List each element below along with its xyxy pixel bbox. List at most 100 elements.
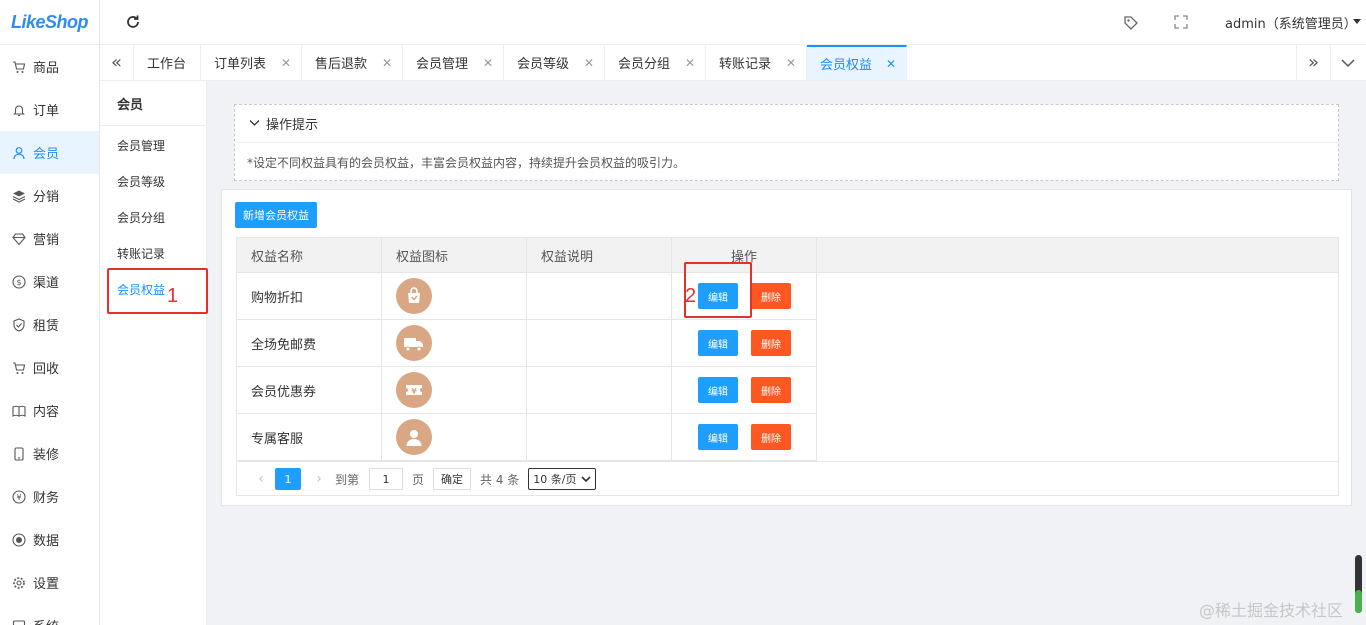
yen-icon: ¥: [12, 489, 26, 504]
actions-cell: 编辑 删除: [672, 367, 817, 413]
sidebar-item-label: 商品: [33, 61, 60, 76]
fullscreen-icon[interactable]: [1173, 14, 1189, 30]
goto-label: 到第: [335, 472, 360, 487]
sidebar-item[interactable]: 数据: [0, 518, 99, 561]
benefit-name: 全场免邮费: [237, 320, 382, 366]
page-size-select[interactable]: 10 条/页: [528, 468, 596, 490]
tag-icon[interactable]: [1122, 14, 1140, 32]
table-row: 会员优惠券 ¥ 编辑 删除: [237, 367, 817, 414]
tips-header[interactable]: 操作提示: [235, 105, 1338, 143]
tab-label: 转账记录: [719, 57, 772, 72]
cart-icon: [12, 361, 26, 375]
benefit-icon-cell: ¥: [382, 367, 527, 413]
tab[interactable]: 会员分组 ✕: [605, 45, 706, 80]
goto-page-input[interactable]: 1: [369, 468, 404, 490]
delete-button[interactable]: 删除: [751, 377, 791, 403]
benefit-name: 专属客服: [237, 414, 382, 460]
add-benefit-button[interactable]: 新增会员权益: [235, 202, 317, 228]
sidebar-item-label: 回收: [33, 362, 60, 377]
tab-close-icon[interactable]: ✕: [382, 56, 392, 70]
sidebar-item-label: 渠道: [33, 276, 60, 291]
sidebar-item[interactable]: 设置: [0, 561, 99, 604]
sidebar-item[interactable]: 内容: [0, 389, 99, 432]
chevron-down-icon: [580, 475, 591, 482]
tab[interactable]: 会员管理 ✕: [403, 45, 504, 80]
customer-service-icon: [396, 419, 432, 455]
sidebar-item[interactable]: 分销: [0, 174, 99, 217]
benefit-name: 购物折扣: [237, 273, 382, 319]
tab-close-icon[interactable]: ✕: [786, 56, 796, 70]
main-content: 操作提示 *设定不同权益具有的会员权益，丰富会员权益内容，持续提升会员权益的吸引…: [208, 81, 1366, 625]
top-header: admin（系统管理员）: [100, 0, 1366, 45]
sidebar-item[interactable]: 订单: [0, 88, 99, 131]
next-page-icon[interactable]: ›: [309, 471, 329, 487]
edit-button[interactable]: 编辑: [698, 377, 738, 403]
tab-close-icon[interactable]: ✕: [483, 56, 493, 70]
tab[interactable]: 工作台: [134, 45, 201, 80]
annotation-box-1: [107, 268, 208, 314]
subnav-item[interactable]: 会员分组: [100, 199, 206, 235]
sidebar-item[interactable]: 回收: [0, 346, 99, 389]
tab[interactable]: 转账记录 ✕: [706, 45, 807, 80]
sidebar-item-label: 会员: [33, 147, 60, 162]
tab-close-icon[interactable]: ✕: [685, 56, 695, 70]
subnav-item[interactable]: 会员等级: [100, 163, 206, 199]
sidebar-item[interactable]: 租赁: [0, 303, 99, 346]
delete-button[interactable]: 删除: [751, 330, 791, 356]
sidebar-item[interactable]: 装修: [0, 432, 99, 475]
goto-confirm-button[interactable]: 确定: [433, 468, 472, 490]
refresh-icon[interactable]: [124, 13, 142, 31]
benefit-desc: [527, 367, 672, 413]
page-label: 页: [412, 472, 425, 487]
tab[interactable]: 售后退款 ✕: [302, 45, 403, 80]
svg-text:$: $: [16, 278, 21, 287]
benefit-desc: [527, 414, 672, 460]
sidebar-item[interactable]: ¥ 财务: [0, 475, 99, 518]
sidebar-item[interactable]: 会员: [0, 131, 99, 174]
tab[interactable]: 会员等级 ✕: [504, 45, 605, 80]
logo[interactable]: LikeShop: [0, 0, 99, 45]
shield-icon: [12, 317, 26, 332]
sidebar-item-label: 营销: [33, 233, 60, 248]
main-sidebar: LikeShop 商品订单会员分销营销 $ 渠道租赁回收内容装修 ¥ 财务数据设置系统: [0, 0, 100, 625]
shopping-bag-icon: [396, 278, 432, 314]
tabs-menu-chevron-icon[interactable]: [1330, 45, 1364, 80]
sidebar-item[interactable]: 商品: [0, 45, 99, 88]
edit-button[interactable]: 编辑: [698, 330, 738, 356]
user-menu[interactable]: admin（系统管理员）: [1225, 13, 1357, 32]
tab-label: 售后退款: [315, 57, 368, 72]
tab-close-icon[interactable]: ✕: [584, 56, 594, 70]
tabs-scroll-right-icon[interactable]: »: [1296, 45, 1330, 80]
edit-button[interactable]: 编辑: [698, 424, 738, 450]
tab-label: 会员等级: [517, 57, 570, 72]
page-number-current[interactable]: 1: [275, 468, 301, 490]
sidebar-item[interactable]: $ 渠道: [0, 260, 99, 303]
subnav-item[interactable]: 会员管理: [100, 127, 206, 163]
total-count: 共 4 条: [480, 472, 520, 487]
book-icon: [12, 404, 26, 418]
tab-bar: « 工作台 订单列表 ✕ 售后退款 ✕ 会员管理 ✕ 会员等级 ✕ 会员分组 ✕ 转账记录 ✕ 会员权益 ✕…: [100, 45, 1366, 81]
delete-button[interactable]: 删除: [751, 283, 791, 309]
layers-icon: [12, 189, 26, 203]
sidebar-item-label: 系统: [33, 616, 59, 625]
sidebar-item-label: 租赁: [33, 319, 60, 334]
tab-close-icon[interactable]: ✕: [281, 56, 291, 70]
benefits-table: 权益名称 权益图标 权益说明 操作 购物折扣 编辑 删除 全场免邮费 编辑 删除 会员优惠券…: [236, 237, 1339, 496]
subnav-item[interactable]: 转账记录: [100, 235, 206, 271]
dollar-icon: $: [12, 274, 26, 289]
tab-label: 会员管理: [416, 57, 469, 72]
tabs-scroll-left-icon[interactable]: «: [100, 45, 134, 80]
logo-text: LikeShop: [10, 11, 89, 32]
actions-cell: 编辑 删除: [672, 320, 817, 366]
sidebar-item[interactable]: 系统: [0, 604, 99, 625]
actions-cell: 编辑 删除: [672, 414, 817, 460]
tab[interactable]: 订单列表 ✕: [201, 45, 302, 80]
tab-close-icon[interactable]: ✕: [886, 57, 896, 71]
delete-button[interactable]: 删除: [751, 424, 791, 450]
tab[interactable]: 会员权益 ✕: [807, 45, 907, 80]
benefit-icon-cell: [382, 273, 527, 319]
scrollbar-indicator: [1355, 590, 1362, 613]
sidebar-item[interactable]: 营销: [0, 217, 99, 260]
caret-down-icon[interactable]: [1353, 19, 1361, 24]
prev-page-icon[interactable]: ‹: [251, 471, 271, 487]
